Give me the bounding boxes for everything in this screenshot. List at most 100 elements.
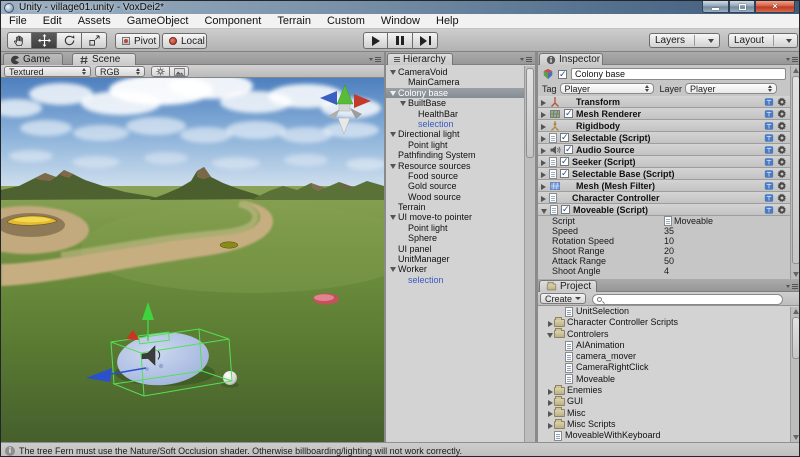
book-icon[interactable]	[764, 97, 774, 107]
panel-menu-icon[interactable]	[369, 56, 381, 62]
local-button[interactable]: Local	[162, 33, 207, 49]
layout-dropdown[interactable]: Layout	[728, 33, 798, 48]
menu-terrain[interactable]: Terrain	[269, 14, 319, 28]
hierarchy-item[interactable]: UI move-to pointer	[386, 212, 524, 222]
scale-tool-button[interactable]	[82, 32, 107, 49]
project-item[interactable]: UnitSelection	[538, 306, 790, 317]
hierarchy-item[interactable]: UI panel	[386, 244, 524, 254]
gear-icon[interactable]	[777, 97, 787, 107]
project-item[interactable]: Controlers	[538, 329, 790, 340]
component-audio-source[interactable]: Audio Source	[538, 144, 790, 156]
component-transform[interactable]: Transform	[538, 96, 790, 108]
component-checkbox[interactable]	[564, 109, 573, 118]
component-selectable[interactable]: Selectable (Script)	[538, 132, 790, 144]
hierarchy-item[interactable]: selection	[386, 275, 524, 285]
hierarchy-item[interactable]: selection	[386, 119, 524, 129]
hierarchy-item[interactable]: Pathfinding System	[386, 150, 524, 160]
hierarchy-item[interactable]: Worker	[386, 264, 524, 274]
hierarchy-item-selected[interactable]: Colony base	[386, 88, 524, 98]
menu-file[interactable]: File	[1, 14, 35, 28]
tab-hierarchy[interactable]: Hierarchy	[387, 53, 453, 65]
project-item[interactable]: MoveableWithKeyboard	[538, 430, 790, 441]
hierarchy-item[interactable]: Sphere	[386, 233, 524, 243]
step-button[interactable]	[413, 32, 438, 49]
component-moveable[interactable]: Moveable (Script)	[538, 204, 790, 216]
project-item[interactable]: Moveable	[538, 374, 790, 385]
tab-inspector[interactable]: Inspector	[539, 53, 603, 65]
layers-dropdown[interactable]: Layers	[649, 33, 720, 48]
book-icon[interactable]	[764, 193, 774, 203]
menu-assets[interactable]: Assets	[70, 14, 119, 28]
book-icon[interactable]	[764, 121, 774, 131]
object-name-field[interactable]	[571, 68, 786, 80]
project-item[interactable]: camera_mover	[538, 351, 790, 362]
menu-gameobject[interactable]: GameObject	[119, 14, 197, 28]
property-row[interactable]: Rotation Speed 10	[538, 236, 790, 246]
create-button[interactable]: Create	[540, 293, 586, 304]
maximize-button[interactable]	[729, 1, 755, 13]
menu-help[interactable]: Help	[428, 14, 467, 28]
hierarchy-item[interactable]: Point light	[386, 140, 524, 150]
render-mode-dropdown[interactable]: Textured	[4, 66, 91, 77]
project-item[interactable]: GUI	[538, 396, 790, 407]
project-item[interactable]: Enemies	[538, 385, 790, 396]
color-mode-dropdown[interactable]: RGB	[95, 66, 145, 77]
book-icon[interactable]	[764, 169, 774, 179]
status-bar[interactable]: The tree Fern must use the Nature/Soft O…	[1, 442, 800, 457]
tab-project[interactable]: Project	[539, 280, 597, 292]
component-mesh-filter[interactable]: Mesh (Mesh Filter)	[538, 180, 790, 192]
component-checkbox[interactable]	[560, 157, 569, 166]
gear-icon[interactable]	[777, 145, 787, 155]
scene-effects-toggle[interactable]	[170, 66, 189, 77]
component-character-controller[interactable]: Character Controller	[538, 192, 790, 204]
hierarchy-item[interactable]: Point light	[386, 223, 524, 233]
menu-custom[interactable]: Custom	[319, 14, 373, 28]
component-checkbox[interactable]	[561, 205, 570, 214]
hand-tool-button[interactable]	[7, 32, 32, 49]
project-scrollbar[interactable]	[790, 307, 800, 442]
panel-menu-icon[interactable]	[786, 283, 798, 289]
pivot-button[interactable]: Pivot	[115, 33, 160, 49]
play-button[interactable]	[363, 32, 388, 49]
menu-edit[interactable]: Edit	[35, 14, 70, 28]
gear-icon[interactable]	[777, 109, 787, 119]
hierarchy-item[interactable]: Directional light	[386, 129, 524, 139]
gear-icon[interactable]	[777, 193, 787, 203]
minimize-button[interactable]	[702, 1, 729, 13]
component-selectable-base[interactable]: Selectable Base (Script)	[538, 168, 790, 180]
project-item[interactable]: CameraRightClick	[538, 362, 790, 373]
book-icon[interactable]	[764, 145, 774, 155]
gear-icon[interactable]	[777, 181, 787, 191]
project-item[interactable]: AIAnimation	[538, 340, 790, 351]
hierarchy-item[interactable]: Wood source	[386, 192, 524, 202]
property-row[interactable]: Attack Range 50	[538, 256, 790, 266]
pause-button[interactable]	[388, 32, 413, 49]
panel-menu-icon[interactable]	[520, 56, 532, 62]
close-button[interactable]: ×	[755, 1, 795, 13]
project-item[interactable]: Misc Scripts	[538, 419, 790, 430]
component-seeker[interactable]: Seeker (Script)	[538, 156, 790, 168]
gear-icon[interactable]	[777, 121, 787, 131]
property-row[interactable]: Speed 35	[538, 226, 790, 236]
component-checkbox[interactable]	[564, 145, 573, 154]
menu-window[interactable]: Window	[373, 14, 428, 28]
property-row[interactable]: Script Moveable	[538, 216, 790, 226]
book-icon[interactable]	[764, 109, 774, 119]
hierarchy-item[interactable]: Terrain	[386, 202, 524, 212]
hierarchy-item[interactable]: CameraVoid	[386, 67, 524, 77]
hierarchy-item[interactable]: Resource sources	[386, 161, 524, 171]
project-item[interactable]: Misc	[538, 408, 790, 419]
book-icon[interactable]	[764, 181, 774, 191]
hierarchy-item[interactable]: HealthBar	[386, 109, 524, 119]
component-checkbox[interactable]	[560, 133, 569, 142]
layer-dropdown[interactable]: Player	[685, 83, 777, 94]
inspector-scrollbar[interactable]	[790, 66, 800, 279]
property-row[interactable]: Shoot Range 20	[538, 246, 790, 256]
gear-icon[interactable]	[777, 169, 787, 179]
tab-game[interactable]: Game	[3, 53, 63, 65]
move-tool-button[interactable]	[32, 32, 57, 49]
project-search[interactable]	[592, 294, 783, 305]
search-input[interactable]	[602, 295, 778, 304]
menu-component[interactable]: Component	[196, 14, 269, 28]
hierarchy-item[interactable]: MainCamera	[386, 77, 524, 87]
